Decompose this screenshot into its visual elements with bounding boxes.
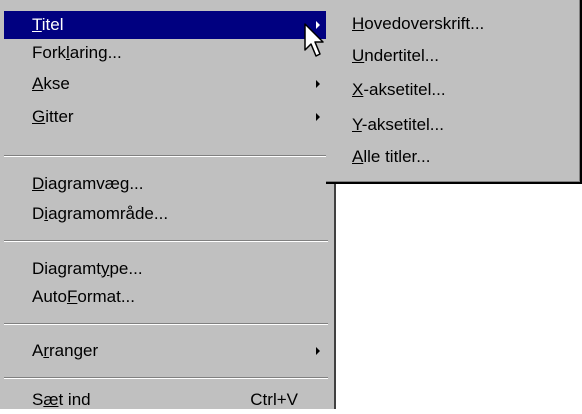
access-key: H — [352, 14, 365, 33]
menu-item-label: S — [32, 390, 44, 409]
menu-item-label: t ind — [58, 390, 91, 409]
access-key: A — [32, 74, 44, 93]
menu-item-label: Auto — [32, 287, 67, 306]
access-key: G — [32, 107, 46, 126]
submenu-item-y-aksetitel[interactable]: Y-aksetitel... — [328, 111, 576, 139]
access-key: D — [32, 174, 45, 193]
menu-item-diagramomraade[interactable]: Diagramområde... — [4, 200, 328, 228]
menu-item-saet-ind[interactable]: Sæt ind Ctrl+V — [4, 386, 328, 414]
submenu-arrow-icon — [316, 113, 320, 121]
menu-item-label: pe... — [109, 259, 143, 278]
submenu-item-alle-titler[interactable]: Alle titler... — [328, 143, 576, 171]
access-key: F — [66, 287, 78, 306]
submenu-arrow-icon — [316, 347, 320, 355]
menu-item-diagramtype[interactable]: Diagramtype... — [4, 255, 328, 283]
menu-item-akse[interactable]: Akse — [4, 70, 328, 98]
access-key: æ — [43, 390, 59, 409]
menu-item-diagramvaeg[interactable]: Diagramvæg... — [4, 170, 328, 198]
menu-item-label: aring... — [69, 43, 122, 62]
submenu-item-hovedoverskrift[interactable]: Hovedoverskrift... — [328, 10, 576, 38]
menu-item-label: -aksetitel... — [363, 80, 446, 99]
menu-separator — [4, 377, 328, 379]
menu-separator — [4, 240, 328, 242]
menu-item-label: Fork — [32, 43, 66, 62]
menu-item-label: ndertitel... — [364, 46, 439, 65]
menu-item-autoformat[interactable]: AutoFormat... — [4, 283, 328, 311]
shortcut-text: Ctrl+V — [250, 390, 298, 409]
menu-item-label: itel — [41, 15, 64, 34]
menu-separator — [4, 323, 328, 325]
menu-item-label: ovedoverskrift... — [364, 14, 485, 33]
submenu-arrow-icon — [316, 80, 320, 88]
menu-item-forklaring[interactable]: Forklaring... — [4, 39, 328, 67]
menu-item-label: itter — [45, 107, 74, 126]
menu-item-gitter[interactable]: Gitter — [4, 103, 328, 131]
menu-item-label: D — [32, 204, 45, 223]
menu-item-label: ormat... — [77, 287, 135, 306]
menu-item-label: lle titler... — [363, 147, 431, 166]
submenu-item-undertitel[interactable]: Undertitel... — [328, 42, 576, 70]
menu-item-titel[interactable]: Titel — [4, 11, 328, 39]
access-key: U — [352, 46, 365, 65]
menu-item-label: iagramvæg... — [44, 174, 144, 193]
submenu-item-x-aksetitel[interactable]: X-aksetitel... — [328, 76, 576, 104]
menu-item-arranger[interactable]: Arranger — [4, 337, 328, 365]
menu-item-label: agramområde... — [48, 204, 169, 223]
access-key: Y — [352, 115, 362, 134]
access-key: X — [352, 80, 364, 99]
titel-submenu: Hovedoverskrift... Undertitel... X-akset… — [326, 0, 582, 184]
menu-item-label: ranger — [49, 341, 99, 360]
menu-item-label: -aksetitel... — [361, 115, 444, 134]
menu-item-label: kse — [43, 74, 70, 93]
menu-item-label: A — [32, 341, 44, 360]
access-key: T — [32, 15, 42, 34]
chart-context-menu: Titel Forklaring... Akse Gitter Diagramv… — [0, 0, 336, 409]
mouse-pointer-icon — [304, 23, 324, 57]
menu-separator — [4, 155, 328, 157]
access-key: A — [352, 147, 364, 166]
menu-item-label: Diagramt — [32, 259, 101, 278]
